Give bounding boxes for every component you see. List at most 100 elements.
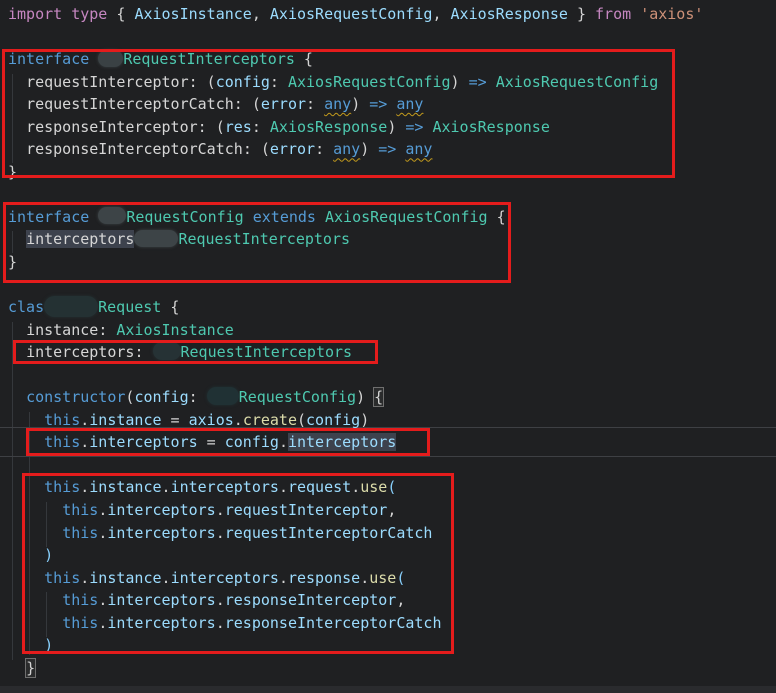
code-token: import bbox=[8, 5, 63, 23]
code-line[interactable]: this.interceptors.requestInterceptor, bbox=[8, 499, 703, 522]
code-token: this bbox=[62, 591, 99, 610]
code-token: use bbox=[369, 568, 397, 587]
code-line[interactable]: } bbox=[8, 161, 703, 184]
code-token: interceptors bbox=[107, 613, 216, 632]
code-line[interactable]: interface RequestConfig extends AxiosReq… bbox=[8, 206, 703, 229]
code-line[interactable]: interface RequestInterceptors { bbox=[8, 48, 703, 71]
code-line[interactable]: constructor(config: RequestConfig) { bbox=[8, 386, 703, 409]
code-token: AxiosResponse bbox=[432, 117, 550, 136]
code-line[interactable]: clas Request { bbox=[8, 295, 703, 319]
code-token: ) bbox=[44, 636, 54, 655]
code-line[interactable]: instance: AxiosInstance bbox=[8, 319, 703, 342]
code-token: => bbox=[405, 117, 424, 136]
code-token: responseInterceptor bbox=[26, 117, 198, 136]
code-token: responseInterceptor bbox=[224, 591, 397, 610]
code-token: } bbox=[567, 5, 596, 23]
code-token: config bbox=[215, 72, 270, 91]
code-token: . bbox=[161, 478, 171, 497]
code-token: config bbox=[134, 388, 189, 407]
code-line[interactable] bbox=[8, 274, 703, 297]
code-token: interface bbox=[8, 50, 90, 69]
code-token: responseInterceptorCatch bbox=[26, 140, 243, 159]
code-token: Request bbox=[98, 298, 162, 317]
code-line[interactable]: this.interceptors.requestInterceptorCatc… bbox=[8, 522, 703, 545]
code-token: response bbox=[287, 568, 361, 587]
code-token: ) bbox=[387, 117, 406, 136]
code-token: { bbox=[294, 50, 313, 69]
code-line[interactable]: import type { AxiosInstance, AxiosReques… bbox=[8, 3, 703, 26]
code-line[interactable] bbox=[8, 26, 703, 49]
code-token: . bbox=[278, 433, 288, 452]
code-token: : bbox=[306, 95, 325, 114]
code-token: type bbox=[71, 5, 108, 23]
code-token: ) bbox=[351, 95, 370, 114]
code-token: create bbox=[242, 410, 297, 429]
code-line[interactable]: interceptors RequestInterceptors bbox=[8, 228, 703, 251]
code-token: this bbox=[62, 613, 99, 632]
code-line[interactable] bbox=[8, 183, 703, 206]
code-token: this bbox=[44, 410, 81, 429]
code-line[interactable]: } bbox=[8, 251, 703, 274]
code-token: . bbox=[215, 523, 225, 542]
code-line[interactable]: this.instance.interceptors.response.use( bbox=[8, 567, 703, 590]
code-line[interactable]: this.interceptors = config.interceptors bbox=[8, 431, 703, 454]
code-line[interactable] bbox=[8, 364, 703, 387]
code-line[interactable]: requestInterceptor: (config: AxiosReques… bbox=[8, 71, 703, 94]
code-line[interactable]: requestInterceptorCatch: (error: any) =>… bbox=[8, 93, 703, 116]
code-token: . bbox=[161, 568, 171, 587]
code-token: RequestInterceptors bbox=[178, 230, 351, 249]
bottom-strip bbox=[0, 686, 776, 693]
code-line[interactable]: this.instance = axios.create(config) bbox=[8, 409, 703, 432]
code-line[interactable]: ) bbox=[8, 544, 703, 567]
code-token: config bbox=[224, 433, 279, 452]
code-token: request bbox=[287, 478, 352, 497]
code-line[interactable]: } bbox=[8, 657, 703, 680]
code-token: : bbox=[251, 117, 270, 136]
code-token: ) bbox=[360, 410, 370, 429]
code-token: interceptors bbox=[107, 501, 216, 520]
code-token: AxiosInstance bbox=[116, 320, 234, 339]
code-token: ( bbox=[297, 410, 307, 429]
code-editor[interactable]: import type { AxiosInstance, AxiosReques… bbox=[0, 0, 776, 693]
code-token: extends bbox=[252, 207, 316, 226]
code-line[interactable]: interceptors: RequestInterceptors bbox=[8, 341, 703, 364]
code-token: responseInterceptorCatch bbox=[224, 613, 442, 632]
code-token: any bbox=[396, 95, 424, 114]
code-line[interactable]: responseInterceptor: (res: AxiosResponse… bbox=[8, 116, 703, 139]
code-token: axios bbox=[188, 410, 234, 429]
code-token: : ( bbox=[242, 140, 270, 159]
code-token: = bbox=[197, 433, 225, 452]
code-token: . bbox=[215, 613, 225, 632]
code-token: : bbox=[98, 320, 117, 339]
code-line[interactable] bbox=[8, 454, 703, 477]
code-line[interactable]: this.interceptors.responseInterceptorCat… bbox=[8, 612, 703, 635]
code-token: this bbox=[62, 523, 99, 542]
code-token: res bbox=[224, 117, 252, 136]
code-token: ) bbox=[356, 388, 375, 407]
code-token: : bbox=[188, 388, 207, 407]
code-line[interactable]: this.instance.interceptors.request.use( bbox=[8, 476, 703, 499]
code-token: instance bbox=[89, 568, 162, 587]
code-token: : bbox=[269, 72, 288, 91]
code-token: => bbox=[468, 72, 487, 91]
code-token: this bbox=[62, 501, 99, 520]
code-token: => bbox=[378, 140, 397, 159]
code-token: clas bbox=[8, 298, 45, 317]
code-area[interactable]: import type { AxiosInstance, AxiosReques… bbox=[8, 3, 703, 679]
code-line[interactable]: this.interceptors.responseInterceptor, bbox=[8, 589, 703, 612]
code-token: => bbox=[369, 95, 388, 114]
code-token: AxiosRequestConfig bbox=[269, 5, 433, 23]
code-line[interactable]: responseInterceptorCatch: (error: any) =… bbox=[8, 138, 703, 161]
code-token: this bbox=[44, 568, 81, 587]
code-token: . bbox=[215, 501, 225, 520]
code-line[interactable]: ) bbox=[8, 634, 703, 657]
redaction-blob bbox=[98, 207, 127, 225]
